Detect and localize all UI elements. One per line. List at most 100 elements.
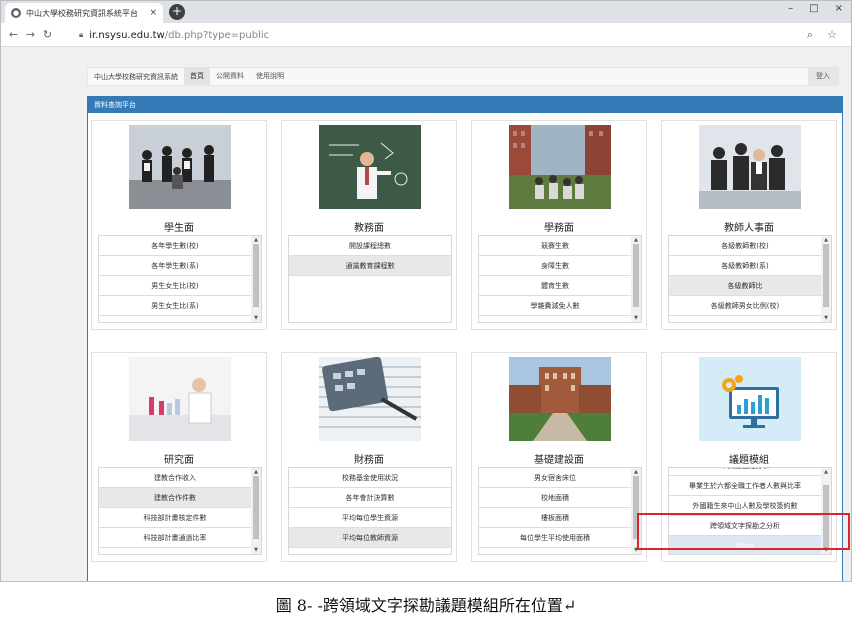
card-title: 學務面: [544, 223, 574, 234]
scroll-up-icon[interactable]: ▲: [821, 236, 831, 244]
list-scrollbar[interactable]: ▲ ▼: [251, 236, 261, 322]
card-list[interactable]: 男女宿舍床位校地面積樓板面積每位學生平均使用面積圖書量(冊)▲▼: [478, 467, 642, 555]
list-item[interactable]: 各級教師數(系): [669, 256, 821, 276]
scroll-thumb[interactable]: [253, 244, 259, 308]
list-item[interactable]: 樓板面積: [479, 508, 631, 528]
list-item[interactable]: 校務基金使用狀況: [289, 468, 451, 488]
panel-title: 資料查詢平台: [88, 97, 842, 113]
scroll-up-icon[interactable]: ▲: [631, 236, 641, 244]
scroll-thumb[interactable]: [633, 244, 639, 308]
reload-icon[interactable]: ↻: [39, 28, 56, 41]
new-tab-button[interactable]: +: [169, 4, 185, 20]
star-icon[interactable]: ☆: [827, 28, 837, 42]
list-scrollbar[interactable]: ▲ ▼: [631, 236, 641, 322]
scroll-up-icon[interactable]: ▲: [821, 468, 831, 476]
close-tab-icon[interactable]: ×: [149, 8, 157, 18]
scroll-up-icon[interactable]: ▲: [631, 468, 641, 476]
module-card: 學務面競賽生數身障生數體育生數學雜費減免人數關懷專案人數(學雜費減免)▲▼: [471, 120, 647, 330]
list-item[interactable]: 各級教師男女比例(校): [669, 296, 821, 316]
list-item[interactable]: 校地面積: [479, 488, 631, 508]
students-photo: [129, 125, 231, 209]
list-item[interactable]: 科技部計畫核定件數: [99, 508, 251, 528]
card-list[interactable]: 校務基金使用狀況 各年會計決算數 平均每位學生資源 平均每位教師資源: [288, 467, 452, 555]
zoom-icon[interactable]: ⌕: [807, 28, 813, 42]
list-item[interactable]: 建教合作件數: [99, 488, 251, 508]
list-item[interactable]: 註冊率: [99, 316, 251, 322]
browser-screenshot: ● 中山大學校務研究資訊系統平台 × + – □ × ← → ↻ 🔒︎ ir.n…: [0, 0, 852, 582]
list-item[interactable]: 體育生數: [479, 276, 631, 296]
module-card: 學生面各年學生數(校)各年學生數(系)男生女生比(校)男生女生比(系)註冊率▲▼: [91, 120, 267, 330]
address-bar[interactable]: 🔒︎ ir.nsysu.edu.tw /db.php?type=public ⌕…: [73, 25, 843, 45]
figure-caption: 圖 8- ‐跨領域文字探勘議題模組所在位置↵: [275, 596, 577, 615]
list-item[interactable]: 男生女生比(校): [99, 276, 251, 296]
globe-icon: ●: [11, 8, 21, 18]
list-item[interactable]: 科技部計畫通過比率: [99, 528, 251, 548]
list-item[interactable]: 每位學生平均使用面積: [479, 528, 631, 548]
tab-strip: ● 中山大學校務研究資訊系統平台 × + – □ ×: [1, 1, 851, 23]
list-item[interactable]: 競賽生數: [479, 236, 631, 256]
list-item[interactable]: 各年會計決算數: [289, 488, 451, 508]
browser-tab[interactable]: ● 中山大學校務研究資訊系統平台 ×: [5, 3, 163, 23]
card-list[interactable]: 建教合作收入建教合作件數科技部計畫核定件數科技部計畫通過比率科技部計畫核定金額▲…: [98, 467, 262, 555]
list-item[interactable]: 各年學生數(校): [99, 236, 251, 256]
campus-students-photo: [509, 125, 611, 209]
list-item[interactable]: 學雜費減免人數: [479, 296, 631, 316]
site-brand[interactable]: 中山大學校務研究資訊系統: [88, 72, 184, 82]
login-button[interactable]: 登入: [808, 68, 838, 85]
card-title: 教師人事面: [724, 223, 774, 234]
module-card: 基礎建設面男女宿舍床位校地面積樓板面積每位學生平均使用面積圖書量(冊)▲▼: [471, 352, 647, 562]
scroll-down-icon[interactable]: ▼: [631, 314, 641, 322]
scroll-down-icon[interactable]: ▼: [251, 546, 261, 554]
list-item[interactable]: 身障生數: [479, 256, 631, 276]
list-item[interactable]: 平均每位教師資源: [289, 528, 451, 548]
list-item[interactable]: 通識教育課程數: [289, 256, 451, 276]
nav-public-data[interactable]: 公開資料: [210, 68, 250, 85]
list-scrollbar[interactable]: ▲ ▼: [821, 236, 831, 322]
list-item[interactable]: 各級教師數(校): [669, 236, 821, 256]
module-card: 研究面建教合作收入建教合作件數科技部計畫核定件數科技部計畫通過比率科技部計畫核定…: [91, 352, 267, 562]
list-item[interactable]: 平均每位學生資源: [289, 508, 451, 528]
list-item[interactable]: 開設課程總數: [289, 236, 451, 256]
teacher-photo: [319, 125, 421, 209]
card-list[interactable]: 開設課程總數 通識教育課程數: [288, 235, 452, 323]
list-item[interactable]: 畢業生於六都全職工作者人數與比率: [669, 476, 821, 496]
list-item[interactable]: 關懷專案人數(學雜費減免): [479, 316, 631, 322]
forward-icon[interactable]: →: [22, 28, 39, 41]
scroll-down-icon[interactable]: ▼: [821, 314, 831, 322]
list-item[interactable]: 男生女生比(系): [99, 296, 251, 316]
nav-home[interactable]: 首頁: [184, 68, 210, 85]
card-list[interactable]: 競賽生數身障生數體育生數學雜費減免人數關懷專案人數(學雜費減免)▲▼: [478, 235, 642, 323]
back-icon[interactable]: ←: [5, 28, 22, 41]
list-item[interactable]: 建教合作收入: [99, 468, 251, 488]
list-item[interactable]: 各級教師男女比例(系): [669, 316, 821, 322]
tab-title: 中山大學校務研究資訊系統平台: [26, 8, 138, 18]
scroll-up-icon[interactable]: ▲: [251, 468, 261, 476]
list-item[interactable]: 圖書量(冊): [479, 548, 631, 554]
building-photo: [509, 357, 611, 441]
card-list[interactable]: 各級教師數(校)各級教師數(系)各級教師比各級教師男女比例(校)各級教師男女比例…: [668, 235, 832, 323]
nav-usage[interactable]: 使用說明: [250, 68, 290, 85]
analytics-icon: [699, 357, 801, 441]
scroll-down-icon[interactable]: ▼: [251, 314, 261, 322]
site-navbar: 中山大學校務研究資訊系統 首頁 公開資料 使用說明 登入: [87, 67, 839, 86]
lock-icon: 🔒︎: [79, 30, 84, 39]
browser-toolbar: ← → ↻ 🔒︎ ir.nsysu.edu.tw /db.php?type=pu…: [1, 23, 851, 47]
scroll-up-icon[interactable]: ▲: [251, 236, 261, 244]
list-item[interactable]: 各級教師比: [669, 276, 821, 296]
lab-photo: [129, 357, 231, 441]
list-scrollbar[interactable]: ▲ ▼: [251, 468, 261, 554]
module-card: 教務面 開設課程總數 通識教育課程數: [281, 120, 457, 330]
calculator-photo: [319, 357, 421, 441]
list-item[interactable]: 男女宿舍床位: [479, 468, 631, 488]
maximize-icon[interactable]: □: [809, 3, 818, 14]
scroll-thumb[interactable]: [823, 244, 829, 308]
card-title: 教務面: [354, 223, 384, 234]
scroll-thumb[interactable]: [253, 476, 259, 540]
card-list[interactable]: 各年學生數(校)各年學生數(系)男生女生比(校)男生女生比(系)註冊率▲▼: [98, 235, 262, 323]
list-item[interactable]: 畢業生出路分析: [669, 468, 821, 476]
list-item[interactable]: 科技部計畫核定金額: [99, 548, 251, 554]
close-window-icon[interactable]: ×: [835, 3, 843, 14]
card-title: 議題模組: [729, 455, 769, 466]
list-item[interactable]: 各年學生數(系): [99, 256, 251, 276]
minimize-icon[interactable]: –: [788, 3, 793, 14]
